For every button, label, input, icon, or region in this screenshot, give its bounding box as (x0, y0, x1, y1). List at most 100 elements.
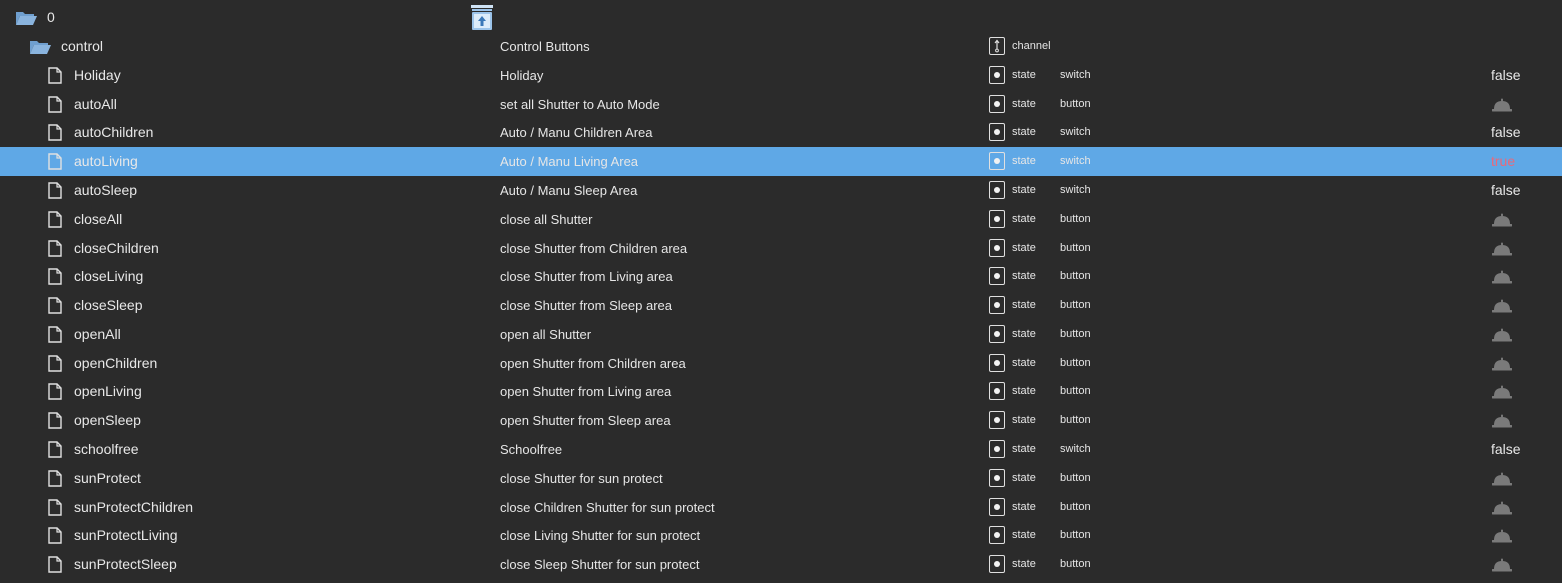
state-type-icon (989, 267, 1005, 285)
state-name: closeLiving (74, 268, 144, 284)
file-icon (48, 527, 62, 544)
state-type-label: state (1012, 558, 1036, 570)
state-type-icon (989, 210, 1005, 228)
bell-icon[interactable] (1492, 529, 1512, 543)
state-type-icon (989, 354, 1005, 372)
state-type-label: state (1012, 529, 1036, 541)
bell-icon[interactable] (1492, 242, 1512, 256)
state-type-label: state (1012, 126, 1036, 138)
state-type-label: state (1012, 270, 1036, 282)
state-type-label: state (1012, 385, 1036, 397)
tree-row-state[interactable]: closeSleep close Shutter from Sleep area… (0, 291, 1562, 320)
state-type-label: state (1012, 299, 1036, 311)
state-name: sunProtectChildren (74, 499, 194, 515)
tree-row-channel[interactable]: control Control Buttons channel (0, 32, 1562, 61)
bell-icon[interactable] (1492, 328, 1512, 342)
file-icon (48, 96, 62, 113)
state-name: schoolfree (74, 441, 139, 457)
file-icon (48, 326, 62, 343)
file-icon (48, 124, 62, 141)
file-icon (48, 211, 62, 228)
state-type-icon (989, 239, 1005, 257)
state-description: close all Shutter (500, 212, 593, 227)
tree-row-state[interactable]: openChildren open Shutter from Children … (0, 349, 1562, 378)
state-type-label: state (1012, 443, 1036, 455)
bell-icon[interactable] (1492, 385, 1512, 399)
file-icon (48, 412, 62, 429)
state-role: button (1060, 472, 1091, 484)
state-description: Auto / Manu Children Area (500, 125, 653, 140)
state-role: button (1060, 501, 1091, 513)
state-type-icon (989, 555, 1005, 573)
state-type-label: state (1012, 242, 1036, 254)
state-type-label: state (1012, 155, 1036, 167)
state-description: open Shutter from Sleep area (500, 413, 671, 428)
state-type-label: state (1012, 184, 1036, 196)
bell-icon[interactable] (1492, 270, 1512, 284)
file-icon (48, 355, 62, 372)
bell-icon[interactable] (1492, 472, 1512, 486)
tree-row-root[interactable]: 0 (0, 3, 1562, 32)
bell-icon[interactable] (1492, 558, 1512, 572)
state-value[interactable]: false (1491, 176, 1521, 205)
state-name: autoAll (74, 96, 117, 112)
state-role: button (1060, 328, 1091, 340)
state-role: button (1060, 558, 1091, 570)
file-icon (48, 182, 62, 199)
bell-icon[interactable] (1492, 98, 1512, 112)
state-description: close Sleep Shutter for sun protect (500, 557, 700, 572)
state-name: closeAll (74, 211, 123, 227)
state-description: close Shutter from Children area (500, 241, 688, 256)
channel-description: Control Buttons (500, 39, 590, 54)
bell-icon[interactable] (1492, 414, 1512, 428)
bell-icon[interactable] (1492, 299, 1512, 313)
state-value[interactable]: false (1491, 61, 1521, 90)
state-type-icon (989, 440, 1005, 458)
tree-row-state[interactable]: closeAll close all Shutter state button (0, 205, 1562, 234)
state-description: Holiday (500, 68, 544, 83)
state-description: Schoolfree (500, 442, 563, 457)
tree-row-state[interactable]: closeLiving close Shutter from Living ar… (0, 262, 1562, 291)
bell-icon[interactable] (1492, 501, 1512, 515)
state-value[interactable]: false (1491, 435, 1521, 464)
object-tree: 0 control Control Buttons channel Holida… (0, 0, 1562, 583)
tree-row-state[interactable]: sunProtectLiving close Living Shutter fo… (0, 521, 1562, 550)
file-icon (48, 297, 62, 314)
tree-row-state[interactable]: openAll open all Shutter state button (0, 320, 1562, 349)
channel-type-icon (989, 37, 1005, 55)
state-name: autoSleep (74, 182, 138, 198)
file-icon (48, 556, 62, 573)
state-description: set all Shutter to Auto Mode (500, 97, 660, 112)
tree-row-state[interactable]: sunProtect close Shutter for sun protect… (0, 464, 1562, 493)
state-type-label: state (1012, 472, 1036, 484)
bell-icon[interactable] (1492, 357, 1512, 371)
tree-row-state[interactable]: sunProtectChildren close Children Shutte… (0, 493, 1562, 522)
state-name: closeSleep (74, 297, 143, 313)
state-role: switch (1060, 155, 1091, 167)
state-value[interactable]: true (1491, 147, 1515, 176)
channel-type-label: channel (1012, 40, 1051, 52)
tree-row-state[interactable]: Holiday Holiday state switch false (0, 61, 1562, 90)
tree-row-state[interactable]: autoAll set all Shutter to Auto Mode sta… (0, 90, 1562, 119)
state-description: Auto / Manu Sleep Area (500, 183, 638, 198)
state-description: open Shutter from Children area (500, 356, 686, 371)
state-type-icon (989, 66, 1005, 84)
state-value[interactable]: false (1491, 118, 1521, 147)
tree-row-state[interactable]: openSleep open Shutter from Sleep area s… (0, 406, 1562, 435)
bell-icon[interactable] (1492, 213, 1512, 227)
tree-row-state[interactable]: openLiving open Shutter from Living area… (0, 377, 1562, 406)
tree-row-state[interactable]: autoChildren Auto / Manu Children Area s… (0, 118, 1562, 147)
state-description: close Living Shutter for sun protect (500, 528, 701, 543)
state-name: sunProtect (74, 470, 141, 486)
upload-icon[interactable] (470, 4, 494, 32)
file-icon (48, 268, 62, 285)
tree-row-state[interactable]: schoolfree Schoolfree state switch false (0, 435, 1562, 464)
tree-row-state[interactable]: autoSleep Auto / Manu Sleep Area state s… (0, 176, 1562, 205)
tree-row-state[interactable]: autoLiving Auto / Manu Living Area state… (0, 147, 1562, 176)
folder-open-icon (16, 12, 37, 25)
file-icon (48, 240, 62, 257)
tree-row-state[interactable]: sunProtectSleep close Sleep Shutter for … (0, 550, 1562, 579)
state-name: openAll (74, 326, 121, 342)
state-type-icon (989, 123, 1005, 141)
tree-row-state[interactable]: closeChildren close Shutter from Childre… (0, 234, 1562, 263)
